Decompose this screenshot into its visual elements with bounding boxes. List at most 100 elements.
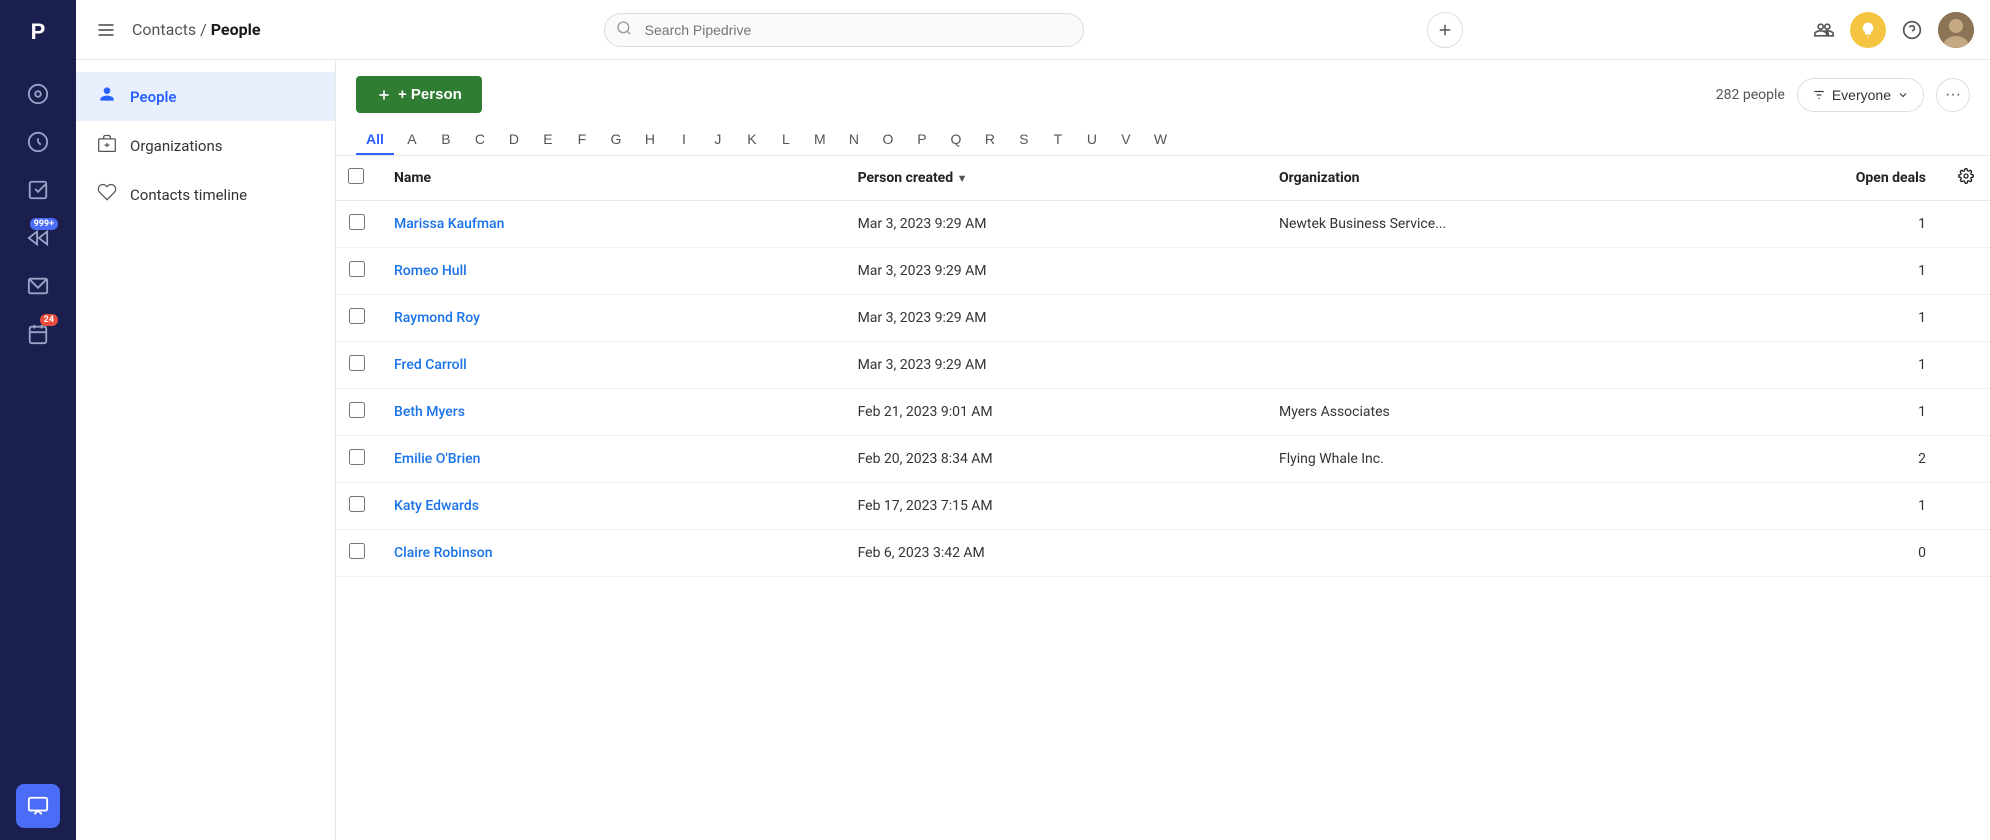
sidebar-item-organizations[interactable]: Organizations [76,121,335,170]
cell-deals-2: 1 [1727,295,1942,342]
person-name-link-3[interactable]: Fred Carroll [394,357,467,373]
app-logo[interactable]: P [18,12,58,52]
alpha-btn-j[interactable]: J [702,125,734,155]
cell-created-0: Mar 3, 2023 9:29 AM [842,201,1263,248]
person-name-link-4[interactable]: Beth Myers [394,404,465,420]
alpha-btn-r[interactable]: R [974,125,1006,155]
svg-text:P: P [31,19,46,44]
row-select-6[interactable] [349,496,365,512]
search-icon [616,20,632,40]
alpha-btn-l[interactable]: L [770,125,802,155]
sidebar-item-campaigns[interactable]: 999+ [16,216,60,260]
person-name-link-2[interactable]: Raymond Roy [394,310,480,326]
panel-right-controls: 282 people Everyone ··· [1716,78,1970,112]
created-column-header[interactable]: Person created ▼ [842,156,1263,201]
cell-settings-7 [1942,530,1990,577]
alpha-btn-i[interactable]: I [668,125,700,155]
sidebar-item-chat[interactable] [16,784,60,828]
sidebar-item-people[interactable]: People [76,72,335,121]
sidebar-item-activity[interactable] [16,72,60,116]
alpha-btn-u[interactable]: U [1076,125,1108,155]
alpha-btn-all[interactable]: All [356,125,394,155]
alpha-btn-p[interactable]: P [906,125,938,155]
cell-settings-0 [1942,201,1990,248]
add-button[interactable] [1427,12,1463,48]
panel-header-top: + Person 282 people Everyone [356,76,1970,113]
sidebar-item-calendar[interactable]: 24 [16,312,60,356]
cell-org-3 [1263,342,1727,389]
cell-created-6: Feb 17, 2023 7:15 AM [842,483,1263,530]
sidebar-item-deals[interactable] [16,120,60,164]
add-contact-button[interactable] [1806,12,1842,48]
alpha-btn-k[interactable]: K [736,125,768,155]
add-person-button[interactable]: + Person [356,76,482,113]
alpha-btn-c[interactable]: C [464,125,496,155]
organization-column-header: Organization [1263,156,1727,201]
person-name-link-0[interactable]: Marissa Kaufman [394,216,504,232]
left-nav: People Organizations Contacts timeline [76,60,336,840]
table-row: Beth Myers Feb 21, 2023 9:01 AM Myers As… [336,389,1990,436]
row-select-7[interactable] [349,543,365,559]
cell-deals-0: 1 [1727,201,1942,248]
table-row: Romeo Hull Mar 3, 2023 9:29 AM 1 [336,248,1990,295]
person-name-link-7[interactable]: Claire Robinson [394,545,493,561]
table-settings-header[interactable] [1942,156,1990,201]
open-deals-column-header: Open deals [1727,156,1942,201]
cell-settings-2 [1942,295,1990,342]
alpha-btn-t[interactable]: T [1042,125,1074,155]
alpha-btn-a[interactable]: A [396,125,428,155]
alpha-btn-f[interactable]: F [566,125,598,155]
row-select-0[interactable] [349,214,365,230]
alpha-btn-s[interactable]: S [1008,125,1040,155]
help-button[interactable] [1894,12,1930,48]
search-input[interactable] [604,13,1084,47]
sidebar-item-contacts-timeline[interactable]: Contacts timeline [76,170,335,219]
cell-name-1: Romeo Hull [378,248,842,295]
alpha-btn-o[interactable]: O [872,125,904,155]
alpha-btn-v[interactable]: V [1110,125,1142,155]
alphabet-filter: AllABCDEFGHIJKLMNOPQRSTUVW [356,125,1970,155]
alpha-btn-m[interactable]: M [804,125,836,155]
filter-button[interactable]: Everyone [1797,78,1924,112]
more-options-button[interactable]: ··· [1936,78,1970,112]
alpha-btn-b[interactable]: B [430,125,462,155]
people-nav-label: People [130,88,177,106]
header-actions [1806,12,1974,48]
search-bar [604,13,1084,47]
alpha-btn-e[interactable]: E [532,125,564,155]
add-person-label: + Person [398,86,462,103]
alpha-btn-g[interactable]: G [600,125,632,155]
row-select-4[interactable] [349,402,365,418]
alpha-btn-d[interactable]: D [498,125,530,155]
people-count: 282 people [1716,87,1785,103]
hamburger-button[interactable] [92,16,120,44]
cell-settings-6 [1942,483,1990,530]
organizations-icon [96,133,118,158]
alpha-btn-q[interactable]: Q [940,125,972,155]
alpha-btn-h[interactable]: H [634,125,666,155]
person-name-link-5[interactable]: Emilie O'Brien [394,451,480,467]
avatar[interactable] [1938,12,1974,48]
person-name-link-1[interactable]: Romeo Hull [394,263,467,279]
alpha-btn-n[interactable]: N [838,125,870,155]
row-select-2[interactable] [349,308,365,324]
person-name-link-6[interactable]: Katy Edwards [394,498,479,514]
row-select-5[interactable] [349,449,365,465]
sidebar-bottom [16,784,60,828]
table-row: Claire Robinson Feb 6, 2023 3:42 AM 0 [336,530,1990,577]
cell-created-7: Feb 6, 2023 3:42 AM [842,530,1263,577]
table-row: Katy Edwards Feb 17, 2023 7:15 AM 1 [336,483,1990,530]
sidebar-item-tasks[interactable] [16,168,60,212]
cell-name-7: Claire Robinson [378,530,842,577]
cell-deals-6: 1 [1727,483,1942,530]
row-checkbox-1 [336,248,378,295]
table-row: Raymond Roy Mar 3, 2023 9:29 AM 1 [336,295,1990,342]
row-select-3[interactable] [349,355,365,371]
cell-org-4: Myers Associates [1263,389,1727,436]
row-select-1[interactable] [349,261,365,277]
alpha-btn-w[interactable]: W [1144,125,1177,155]
row-checkbox-6 [336,483,378,530]
tips-button[interactable] [1850,12,1886,48]
sidebar-item-mail[interactable] [16,264,60,308]
select-all-checkbox[interactable] [348,168,364,184]
